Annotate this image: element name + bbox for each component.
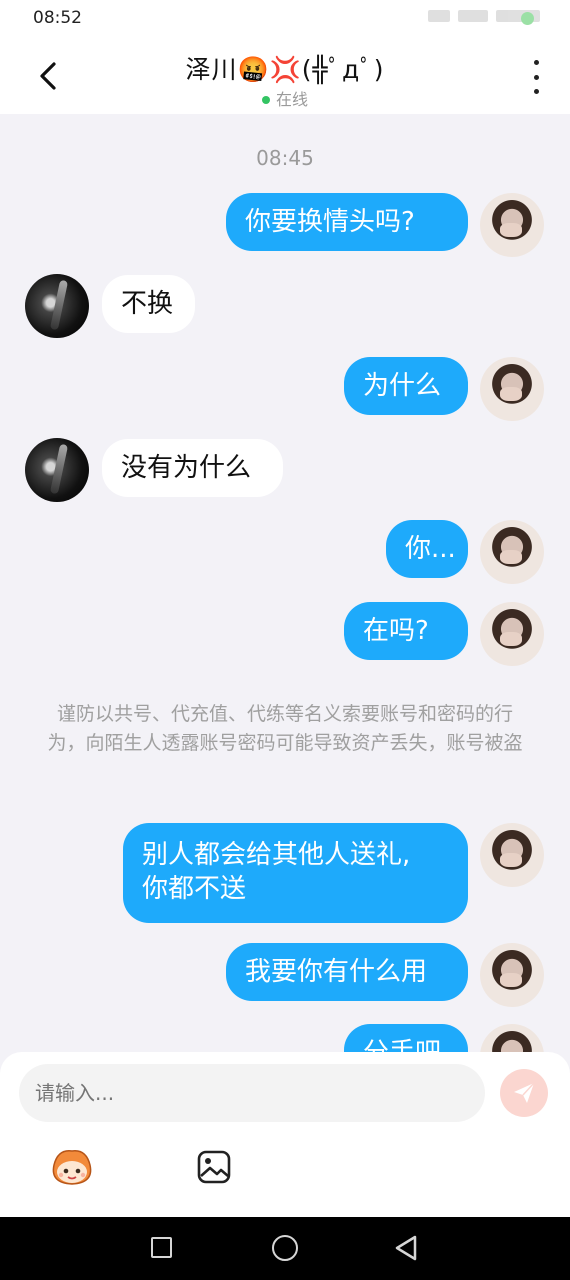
message-bubble-outgoing[interactable]: 我要你有什么用 bbox=[226, 943, 468, 1001]
my-avatar[interactable] bbox=[480, 357, 544, 421]
status-bar: 08:52 bbox=[0, 0, 570, 38]
chat-timestamp: 08:45 bbox=[256, 146, 314, 170]
my-avatar[interactable] bbox=[480, 943, 544, 1007]
contact-avatar[interactable] bbox=[25, 438, 89, 502]
more-dot-icon bbox=[533, 74, 539, 80]
contact-name[interactable]: 泽川🤬💢(╬ﾟдﾟ) bbox=[0, 50, 570, 86]
online-dot-icon bbox=[261, 95, 270, 104]
message-composer bbox=[0, 1052, 570, 1217]
system-nav-bar bbox=[0, 1217, 570, 1280]
message-bubble-outgoing[interactable]: 你要换情头吗? bbox=[226, 193, 468, 251]
message-bubble-outgoing[interactable]: 别人都会给其他人送礼, 你都不送 bbox=[123, 823, 468, 923]
message-input[interactable] bbox=[19, 1064, 485, 1122]
emoji-button[interactable] bbox=[48, 1147, 96, 1187]
message-bubble-outgoing[interactable]: 你... bbox=[386, 520, 468, 578]
more-options-button[interactable] bbox=[530, 60, 542, 94]
message-bubble-incoming[interactable]: 没有为什么 bbox=[102, 439, 283, 497]
image-icon bbox=[197, 1150, 231, 1184]
more-dot-icon bbox=[533, 89, 539, 94]
message-bubble-outgoing[interactable]: 在吗? bbox=[344, 602, 468, 660]
my-avatar[interactable] bbox=[480, 1024, 544, 1052]
my-avatar[interactable] bbox=[480, 193, 544, 257]
message-bubble-incoming[interactable]: 不换 bbox=[102, 275, 195, 333]
battery-icon bbox=[521, 12, 534, 25]
my-avatar[interactable] bbox=[480, 520, 544, 584]
message-list[interactable]: 08:45 你要换情头吗? 不换 为什么 没有为什么 你... 在吗? 谨防以共… bbox=[0, 114, 570, 1052]
chat-header: 泽川🤬💢(╬ﾟдﾟ) 在线 bbox=[0, 38, 570, 114]
system-notice: 谨防以共号、代充值、代练等名义索要账号和密码的行为，向陌生人透露账号密码可能导致… bbox=[47, 703, 523, 754]
message-bubble-outgoing[interactable]: 为什么 bbox=[344, 357, 468, 415]
online-status-label: 在线 bbox=[275, 90, 308, 109]
recent-apps-icon[interactable] bbox=[151, 1237, 172, 1258]
send-icon bbox=[514, 1082, 535, 1103]
online-status: 在线 bbox=[0, 86, 570, 110]
more-dot-icon bbox=[533, 60, 539, 65]
my-avatar[interactable] bbox=[480, 602, 544, 666]
message-bubble-outgoing[interactable]: 分手吧 bbox=[344, 1024, 468, 1052]
back-icon[interactable] bbox=[394, 1235, 418, 1261]
send-button[interactable] bbox=[500, 1069, 548, 1117]
status-time: 08:52 bbox=[33, 8, 82, 28]
contact-avatar[interactable] bbox=[25, 274, 89, 338]
emoji-face-icon bbox=[52, 1150, 92, 1185]
home-icon[interactable] bbox=[272, 1235, 298, 1261]
image-button[interactable] bbox=[196, 1149, 232, 1185]
my-avatar[interactable] bbox=[480, 823, 544, 887]
